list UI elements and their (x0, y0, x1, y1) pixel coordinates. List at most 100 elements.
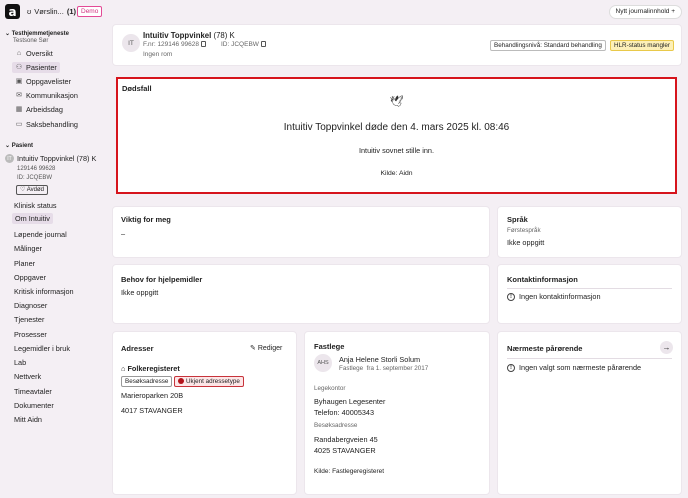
sidebar-item-saksbehandling[interactable]: ▭ Saksbehandling (12, 119, 81, 130)
pencil-icon: ✎ (250, 345, 258, 352)
death-source: Kilde: Aidn (380, 170, 413, 177)
gp-avatar: AHS (314, 354, 332, 372)
folder-icon: ▭ (15, 121, 23, 128)
address-street: Marieroparken 20B (121, 391, 184, 400)
new-journal-label: Nytt journalinnhold (615, 8, 670, 15)
patient-avatar: IT (5, 154, 14, 163)
copy-icon[interactable] (260, 41, 266, 48)
sidebar-item-oppgaver[interactable]: Oppgaver (14, 273, 46, 282)
sidebar-item-mitt-aidn[interactable]: Mitt Aidn (14, 415, 42, 424)
patient-fnr: 129146 99628 (17, 166, 56, 172)
unit-subtitle: Testsone Sør (13, 38, 49, 44)
death-note: Intuitiv sovnet stille inn. (358, 146, 435, 155)
sidebar-item-arbeidsdag[interactable]: ▦ Arbeidsdag (12, 104, 66, 115)
unknown-address-tag: Ukjent adressetype (174, 376, 244, 387)
calendar-icon: ▦ (15, 106, 23, 113)
patients-icon: ⚇ (15, 64, 23, 71)
language-value: Ikke oppgitt (507, 238, 545, 247)
dove-icon: 🕊 (389, 96, 404, 108)
language-card: Språk Førstespråk Ikke oppgitt (497, 206, 682, 258)
sidebar-item-kommunikasjon[interactable]: ✉ Kommunikasjon (12, 90, 81, 101)
patient-header-card: IT Intuitiv Toppvinkel (78) K F.nr: 1291… (112, 24, 682, 66)
important-value: – (121, 229, 126, 238)
unit-section-title[interactable]: ⌄ Testhjemmetjeneste (5, 30, 69, 37)
contact-card: Kontaktinformasjon ! Ingen kontaktinforma… (497, 264, 682, 324)
gp-card: Fastlege AHS Anja Helene Storli Solum Fa… (304, 331, 490, 495)
patient-header-avatar: IT (122, 34, 140, 52)
addresses-card: Adresser ✎ Rediger ⌂ Folkeregisteret Bes… (112, 331, 297, 495)
sidebar-item-legemidler[interactable]: Legemidler i bruk (14, 344, 70, 353)
aids-value: Ikke oppgitt (121, 288, 159, 297)
copy-icon[interactable] (201, 41, 207, 48)
sidebar-item-pasienter[interactable]: ⚇ Pasienter (12, 62, 60, 73)
sidebar-item-lab[interactable]: Lab (14, 358, 26, 367)
gp-visit-street: Randabergveien 45 (314, 435, 378, 444)
sidebar-item-planer[interactable]: Planer (14, 259, 35, 268)
sidebar-item-om-intuitiv[interactable]: Om Intuitiv (12, 213, 53, 224)
workspace-label: Vørslin... (34, 7, 64, 16)
sidebar-item-dokumenter[interactable]: Dokumenter (14, 401, 54, 410)
gp-visit-label: Besøksadresse (314, 422, 358, 429)
plus-icon: + (671, 8, 675, 15)
patient-section-title[interactable]: ⌄ Pasient (5, 142, 33, 149)
chevron-down-icon: ⌄ (5, 143, 12, 149)
death-card: Dødsfall 🕊 Intuitiv Toppvinkel døde den … (116, 77, 677, 194)
deceased-badge: ♡ Avdød (16, 185, 48, 195)
sidebar-item-klinisk-status[interactable]: Klinisk status (14, 201, 57, 210)
folkeregisteret-title: ⌂ Folkeregisteret (121, 364, 180, 373)
new-journal-button[interactable]: Nytt journalinnhold + (608, 5, 682, 19)
patient-header-fnr[interactable]: F.nr: 129146 99628 (143, 41, 207, 48)
gp-visit-postal: 4025 STAVANGER (314, 446, 376, 455)
top-bar: a ʊ Vørslin... (1) Demo Nytt journalinnh… (0, 0, 688, 24)
language-label: Førstespråk (507, 227, 541, 234)
patient-room: Ingen rom (143, 51, 173, 58)
divider (507, 288, 672, 289)
addresses-title: Adresser (121, 344, 154, 353)
info-icon: ! (507, 293, 515, 302)
important-title: Viktig for meg (121, 215, 171, 224)
patient-header-name: Intuitiv Toppvinkel (78) K (143, 31, 235, 40)
dove-icon: ♡ (20, 187, 26, 193)
task-list-icon: ▣ (15, 78, 23, 85)
sidebar-item-oversikt[interactable]: ⌂ Oversikt (12, 48, 56, 59)
sidebar-item-nettverk[interactable]: Nettverk (14, 372, 41, 381)
workspace-selector[interactable]: ʊ Vørslin... (1) (27, 7, 76, 16)
language-title: Språk (507, 215, 528, 224)
sidebar-item-prosesser[interactable]: Prosesser (14, 330, 47, 339)
aids-title: Behov for hjelpemidler (121, 275, 203, 284)
sidebar-item-oppgavelister[interactable]: ▣ Oppgavelister (12, 76, 74, 87)
gp-source: Kilde: Fastlegeregisteret (314, 468, 385, 475)
mail-icon: ✉ (16, 92, 22, 99)
sidebar: ⌄ Testhjemmetjeneste Testsone Sør ⌂ Over… (0, 24, 108, 498)
patient-name[interactable]: Intuitiv Toppvinkel (78) K (17, 154, 96, 163)
gp-office-name: Byhaugen Legesenter (314, 397, 386, 406)
relatives-title: Nærmeste pårørende (507, 344, 583, 353)
aids-card: Behov for hjelpemidler Ikke oppgitt (112, 264, 490, 324)
address-postal: 4017 STAVANGER (121, 406, 183, 415)
sidebar-item-kritisk-informasjon[interactable]: Kritisk informasjon (14, 287, 74, 296)
death-headline: Intuitiv Toppvinkel døde den 4. mars 202… (283, 122, 510, 133)
aidn-logo[interactable]: a (5, 4, 20, 19)
relatives-card: Nærmeste pårørende → ! Ingen valgt som næ… (497, 331, 682, 495)
workspace-count: (1) (66, 7, 77, 16)
hlr-status-badge[interactable]: HLR-status mangler (610, 40, 674, 51)
contact-value: ! Ingen kontaktinformasjon (507, 292, 601, 302)
important-card: Viktig for meg – (112, 206, 490, 258)
sidebar-item-malinger[interactable]: Målinger (14, 244, 42, 253)
contact-title: Kontaktinformasjon (507, 275, 578, 284)
gp-name: Anja Helene Storli Solum (339, 355, 421, 364)
arrow-right-icon[interactable]: → (660, 341, 673, 354)
sidebar-item-timeavtaler[interactable]: Timeavtaler (14, 387, 52, 396)
death-title: Dødsfall (122, 84, 152, 93)
patient-id: ID: JCQEBW (17, 175, 53, 181)
sidebar-item-diagnoser[interactable]: Diagnoser (14, 301, 47, 310)
relatives-value: ! Ingen valgt som nærmeste pårørende (507, 363, 641, 373)
edit-addresses-button[interactable]: ✎ Rediger (250, 344, 282, 352)
sidebar-item-lopende-journal[interactable]: Løpende journal (14, 230, 67, 239)
patient-header-id[interactable]: ID: JCQEBW (221, 41, 266, 48)
chevron-down-icon: ⌄ (5, 31, 12, 37)
sidebar-item-tjenester[interactable]: Tjenester (14, 315, 44, 324)
visit-address-tag: Besøksadresse (121, 376, 173, 387)
gp-title: Fastlege (314, 342, 345, 351)
treatment-level-badge[interactable]: Behandlingsnivå: Standard behandling (490, 40, 606, 51)
